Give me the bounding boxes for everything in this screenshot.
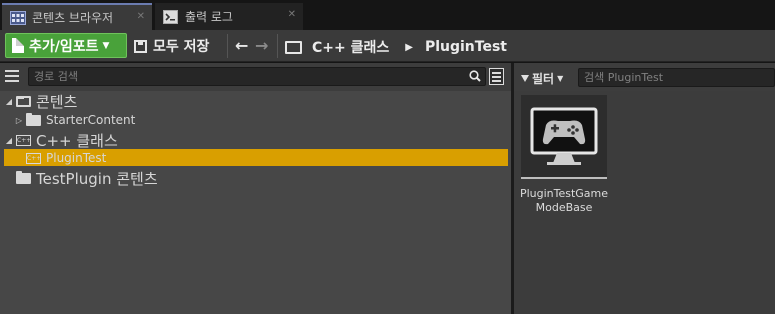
save-all-label: 모두 저장	[153, 39, 210, 55]
tree-item-label: 콘텐츠	[36, 92, 78, 111]
search-icon[interactable]	[469, 70, 481, 82]
tab-output-log[interactable]: 출력 로그 ✕	[155, 3, 303, 30]
collapsed-arrow-icon[interactable]: ▷	[14, 116, 24, 125]
cpp-folder-icon: C++	[26, 152, 42, 164]
tree-item-content[interactable]: ◢ 콘텐츠	[4, 92, 78, 111]
tab-content-browser[interactable]: 콘텐츠 브라우저 ✕	[2, 3, 152, 30]
tree-item-label: TestPlugin 콘텐츠	[36, 169, 158, 188]
filter-label: 필터	[532, 72, 555, 86]
asset-name-line: ModeBase	[535, 201, 593, 214]
save-all-button[interactable]: 모두 저장	[134, 36, 209, 56]
tree-item-plugin-test[interactable]: C++ PluginTest	[14, 149, 106, 167]
tree-item-cpp-classes[interactable]: ◢ C++ C++ 클래스	[4, 131, 118, 150]
asset-panel: 필터 ▼ PluginTestGame ModeBase	[514, 63, 775, 314]
folder-open-icon[interactable]	[285, 40, 302, 54]
asset-search-box	[578, 68, 775, 87]
forward-arrow-icon[interactable]: →	[255, 36, 268, 55]
expanded-arrow-icon[interactable]: ◢	[4, 136, 14, 145]
tree-item-test-plugin-content[interactable]: TestPlugin 콘텐츠	[4, 169, 158, 188]
breadcrumb: C++ 클래스 ▶ PluginTest	[285, 37, 507, 57]
tab-bar: 콘텐츠 브라우저 ✕ 출력 로그 ✕	[0, 0, 775, 30]
toolbar-divider	[227, 34, 228, 58]
cpp-folder-icon: C++	[16, 134, 32, 146]
content-browser-icon	[10, 10, 26, 25]
breadcrumb-item[interactable]: C++ 클래스	[312, 37, 389, 57]
output-log-icon	[163, 9, 179, 24]
gamepad-icon	[530, 107, 598, 165]
chevron-down-icon: ▼	[102, 40, 110, 51]
add-import-label: 추가/임포트	[29, 38, 99, 55]
asset-header: 필터 ▼	[514, 63, 775, 91]
close-icon[interactable]: ✕	[137, 11, 145, 22]
asset-search-input[interactable]	[579, 69, 769, 86]
sources-search-row	[0, 63, 511, 91]
folder-open-icon	[16, 95, 31, 107]
tree-item-label: StarterContent	[46, 113, 136, 127]
asset-tile[interactable]	[521, 95, 607, 179]
new-document-icon	[12, 38, 24, 53]
tab-label: 출력 로그	[185, 10, 233, 24]
save-icon	[134, 39, 147, 53]
asset-name: PluginTestGame ModeBase	[514, 187, 614, 215]
add-import-button[interactable]: 추가/임포트 ▼	[5, 33, 127, 58]
breadcrumb-item[interactable]: PluginTest	[425, 39, 507, 55]
sources-panel: ◢ 콘텐츠 ▷ StarterContent ◢ C++ C++ 클래스 C++…	[0, 63, 511, 314]
close-icon[interactable]: ✕	[288, 9, 296, 20]
folder-icon	[26, 112, 41, 126]
back-arrow-icon[interactable]: ←	[235, 36, 248, 55]
chevron-down-icon: ▼	[557, 74, 564, 83]
view-options-icon[interactable]	[489, 68, 504, 85]
path-search-input[interactable]	[29, 68, 459, 85]
filter-icon	[521, 75, 529, 82]
toolbar: 추가/임포트 ▼ 모두 저장 ← → C++ 클래스 ▶ PluginTest	[0, 30, 775, 62]
asset-name-line: PluginTestGame	[519, 187, 609, 200]
expanded-arrow-icon[interactable]: ◢	[4, 97, 14, 106]
toolbar-divider	[277, 34, 278, 58]
tree-item-label: C++ 클래스	[36, 131, 118, 150]
sources-toggle-icon[interactable]	[5, 70, 19, 82]
path-search-box	[28, 67, 486, 86]
chevron-right-icon[interactable]: ▶	[405, 42, 413, 53]
folder-icon	[16, 170, 31, 184]
tree-item-starter-content[interactable]: ▷ StarterContent	[14, 111, 135, 129]
tab-label: 콘텐츠 브라우저	[32, 11, 114, 25]
tree-item-label: PluginTest	[46, 151, 107, 165]
filter-button[interactable]: 필터 ▼	[521, 70, 563, 87]
